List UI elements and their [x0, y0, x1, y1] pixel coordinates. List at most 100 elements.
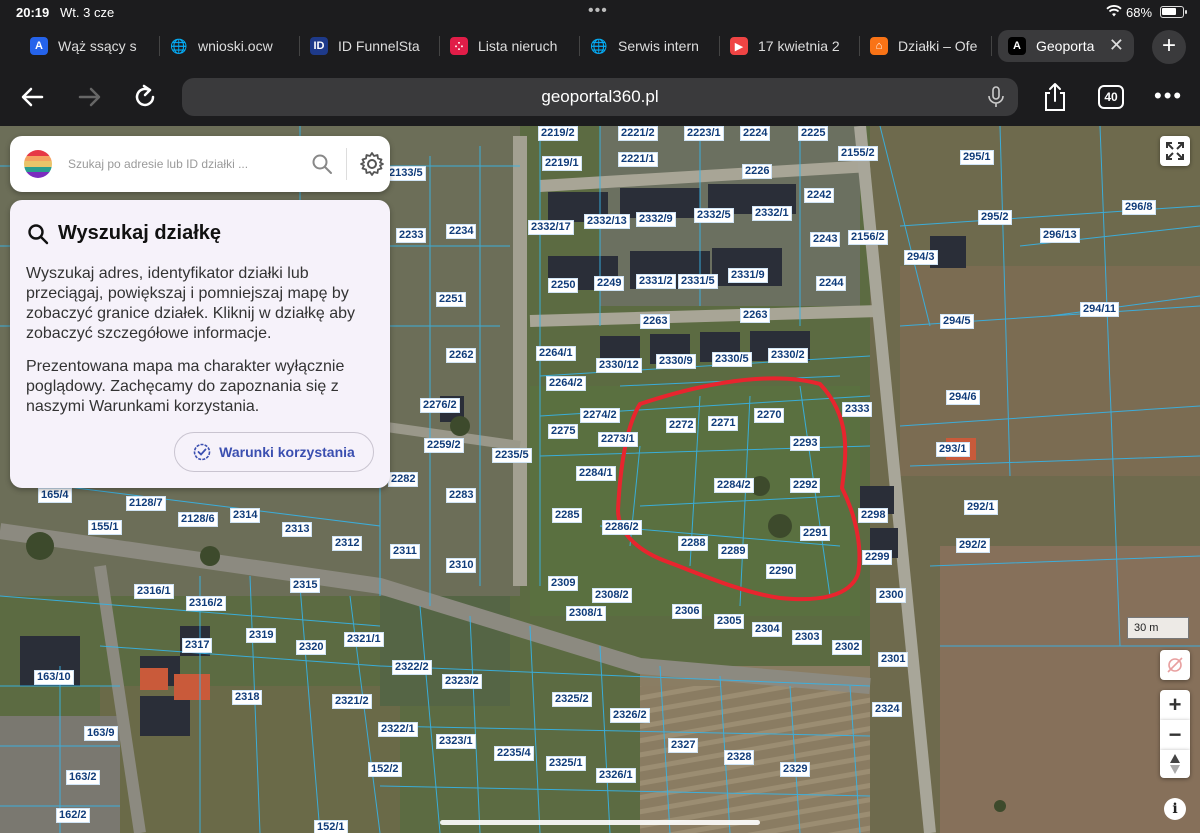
parcel-label[interactable]: 2333 [842, 402, 873, 417]
tab-count-button[interactable]: 40 [1098, 85, 1124, 109]
parcel-label[interactable]: 2332/13 [584, 214, 630, 229]
tab-8[interactable]: A Geoporta ✕ [998, 30, 1134, 62]
parcel-label[interactable]: 2318 [232, 690, 263, 705]
parcel-label[interactable]: 2251 [436, 292, 467, 307]
share-icon[interactable] [1042, 82, 1068, 112]
parcel-label[interactable]: 2271 [708, 416, 739, 431]
parcel-label[interactable]: 2320 [296, 640, 327, 655]
parcel-label[interactable]: 2233 [396, 228, 427, 243]
parcel-label[interactable]: 295/2 [978, 210, 1012, 225]
parcel-label[interactable]: 2274/2 [580, 408, 620, 423]
parcel-label[interactable]: 2264/2 [546, 376, 586, 391]
tab-6[interactable]: ▶ 17 kwietnia 2 [730, 30, 860, 62]
parcel-label[interactable]: 2322/1 [378, 722, 418, 737]
parcel-label[interactable]: 2331/9 [728, 268, 768, 283]
parcel-label[interactable]: 2263 [640, 314, 671, 329]
zoom-out-button[interactable]: − [1160, 720, 1190, 750]
parcel-label[interactable]: 2263 [740, 308, 771, 323]
parcel-label[interactable]: 2235/4 [494, 746, 534, 761]
parcel-label[interactable]: 2128/6 [178, 512, 218, 527]
compass-button[interactable] [1160, 750, 1190, 778]
parcel-label[interactable]: 295/1 [960, 150, 994, 165]
more-menu-icon[interactable]: ••• [1154, 85, 1183, 107]
parcel-label[interactable]: 2330/9 [656, 354, 696, 369]
parcel-label[interactable]: 2319 [246, 628, 277, 643]
parcel-label[interactable]: 2332/9 [636, 212, 676, 227]
tab-7[interactable]: ⌂ Działki – Ofe [870, 30, 992, 62]
parcel-label[interactable]: 2326/2 [610, 708, 650, 723]
parcel-label[interactable]: 294/5 [940, 314, 974, 329]
parcel-label[interactable]: 293/1 [936, 442, 970, 457]
tab-2[interactable]: 🌐 wnioski.ocw [170, 30, 300, 62]
parcel-label[interactable]: 2304 [752, 622, 783, 637]
parcel-label[interactable]: 2329 [780, 762, 811, 777]
parcel-label[interactable]: 2221/2 [618, 126, 658, 141]
parcel-label[interactable]: 2283 [446, 488, 477, 503]
parcel-label[interactable]: 2302 [832, 640, 863, 655]
tab-1[interactable]: A Wąż ssący s [30, 30, 160, 62]
parcel-label[interactable]: 2331/2 [636, 274, 676, 289]
multitask-dots-icon[interactable]: ••• [588, 2, 608, 20]
parcel-label[interactable]: 162/2 [56, 808, 90, 823]
parcel-label[interactable]: 2284/1 [576, 466, 616, 481]
parcel-label[interactable]: 2305 [714, 614, 745, 629]
parcel-label[interactable]: 2298 [858, 508, 889, 523]
parcel-label[interactable]: 2291 [800, 526, 831, 541]
parcel-label[interactable]: 2223/1 [684, 126, 724, 141]
parcel-label[interactable]: 2219/1 [542, 156, 582, 171]
parcel-label[interactable]: 2128/7 [126, 496, 166, 511]
parcel-label[interactable]: 296/8 [1122, 200, 1156, 215]
parcel-label[interactable]: 2286/2 [602, 520, 642, 535]
parcel-label[interactable]: 2311 [390, 544, 420, 559]
parcel-label[interactable]: 2243 [810, 232, 841, 247]
parcel-label[interactable]: 2315 [290, 578, 321, 593]
parcel-label[interactable]: 2325/1 [546, 756, 586, 771]
parcel-label[interactable]: 294/11 [1080, 302, 1120, 317]
parcel-label[interactable]: 2312 [332, 536, 363, 551]
parcel-label[interactable]: 292/2 [956, 538, 990, 553]
gear-icon[interactable] [359, 151, 385, 177]
parcel-label[interactable]: 2282 [388, 472, 419, 487]
parcel-label[interactable]: 2250 [548, 278, 579, 293]
close-tab-icon[interactable]: ✕ [1109, 35, 1124, 56]
parcel-label[interactable]: 2316/2 [186, 596, 226, 611]
parcel-label[interactable]: 2290 [766, 564, 797, 579]
parcel-label[interactable]: 2219/2 [538, 126, 578, 141]
parcel-label[interactable]: 2276/2 [420, 398, 460, 413]
forward-button[interactable] [74, 82, 104, 112]
parcel-label[interactable]: 2133/5 [386, 166, 426, 181]
parcel-label[interactable]: 2324 [872, 702, 903, 717]
parcel-label[interactable]: 2327 [668, 738, 699, 753]
parcel-label[interactable]: 294/6 [946, 390, 980, 405]
parcel-label[interactable]: 2284/2 [714, 478, 754, 493]
parcel-label[interactable]: 2270 [754, 408, 785, 423]
parcel-label[interactable]: 2309 [548, 576, 579, 591]
parcel-label[interactable]: 2328 [724, 750, 755, 765]
parcel-label[interactable]: 2325/2 [552, 692, 592, 707]
parcel-label[interactable]: 2332/1 [752, 206, 792, 221]
parcel-label[interactable]: 2221/1 [618, 152, 658, 167]
parcel-label[interactable]: 292/1 [964, 500, 998, 515]
address-bar[interactable]: geoportal360.pl [182, 78, 1018, 116]
parcel-label[interactable]: 155/1 [88, 520, 122, 535]
parcel-label[interactable]: 2300 [876, 588, 907, 603]
parcel-label[interactable]: 2289 [718, 544, 749, 559]
parcel-label[interactable]: 2242 [804, 188, 835, 203]
location-disabled-button[interactable] [1160, 650, 1190, 680]
parcel-label[interactable]: 2331/5 [678, 274, 718, 289]
zoom-in-button[interactable]: + [1160, 690, 1190, 720]
parcel-label[interactable]: 163/10 [34, 670, 74, 685]
parcel-label[interactable]: 2308/2 [592, 588, 632, 603]
parcel-label[interactable]: 2292 [790, 478, 821, 493]
parcel-label[interactable]: 2224 [740, 126, 771, 141]
new-tab-button[interactable]: + [1152, 30, 1186, 64]
parcel-label[interactable]: 2316/1 [134, 584, 174, 599]
fullscreen-button[interactable] [1160, 136, 1190, 166]
parcel-label[interactable]: 2275 [548, 424, 579, 439]
parcel-label[interactable]: 2308/1 [566, 606, 606, 621]
terms-button[interactable]: Warunki korzystania [174, 432, 374, 472]
parcel-label[interactable]: 2293 [790, 436, 821, 451]
parcel-label[interactable]: 2317 [182, 638, 213, 653]
parcel-label[interactable]: 2313 [282, 522, 313, 537]
parcel-label[interactable]: 2155/2 [838, 146, 878, 161]
